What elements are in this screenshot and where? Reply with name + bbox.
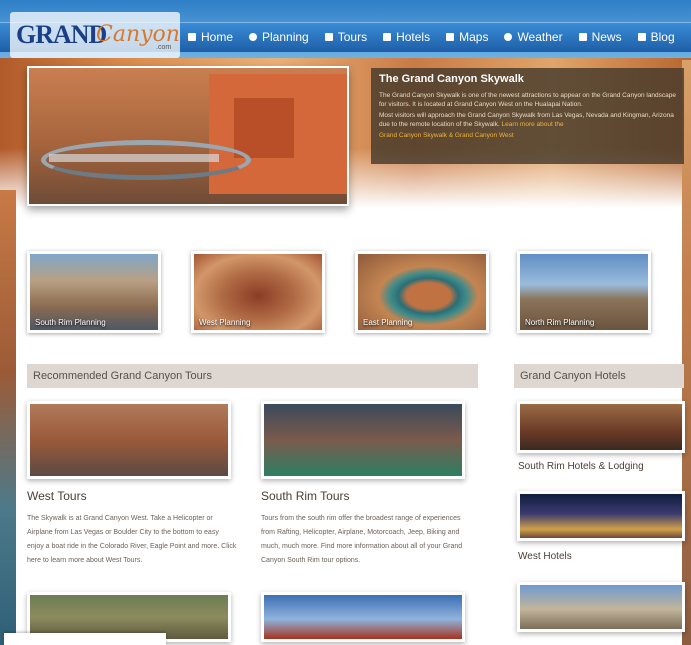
more-hotels-image[interactable] [517,582,685,632]
south-rim-hotels-link[interactable]: South Rim Hotels & Lodging [518,461,644,472]
thumb-label: North Rim Planning [525,318,595,327]
plane-icon [324,33,333,41]
nav-label: Home [201,30,234,44]
logo-word-grand: GRAND [16,20,107,49]
east-planning-thumb[interactable]: East Planning [355,251,489,333]
bottom-panel [4,633,166,645]
thumb-label: East Planning [363,318,413,327]
site-logo[interactable]: GRAND Canyon .com [10,12,180,58]
nav-weather[interactable]: Weather [496,22,570,52]
west-tours-description: The Skywalk is at Grand Canyon West. Tak… [27,515,237,564]
hero-building-wing [234,98,294,158]
hero-title: The Grand Canyon Skywalk [379,73,524,85]
nav-blog[interactable]: Blog [630,22,683,52]
west-tours-image[interactable] [27,401,231,479]
left-canyon-strip [0,190,16,645]
nav-label: Tours [337,30,368,44]
west-planning-thumb[interactable]: West Planning [191,251,325,333]
hero-railing [49,154,219,162]
nav-label: Blog [650,30,675,44]
hero-more-link[interactable]: Learn more about the [502,121,564,128]
umbrella-icon [504,33,513,41]
south-rim-planning-thumb[interactable]: South Rim Planning [27,251,161,333]
west-hotels-link[interactable]: West Hotels [518,551,572,562]
nav-label: Planning [262,30,309,44]
hero-skywalk-link[interactable]: Grand Canyon Skywalk & Grand Canyon West [379,132,514,139]
west-hotels-image[interactable] [517,491,685,541]
thumb-label: West Planning [199,318,251,327]
hero-info-panel: The Grand Canyon Skywalk The Grand Canyo… [371,68,684,164]
nav-planning[interactable]: Planning [241,22,317,52]
hero-link-row: Grand Canyon Skywalk & Grand Canyon West [379,131,676,140]
hotels-section-heading: Grand Canyon Hotels [514,364,684,388]
map-icon [446,33,455,41]
nav-news[interactable]: News [571,22,630,52]
helicopter-tours-image[interactable] [261,592,465,642]
south-rim-tours-title[interactable]: South Rim Tours [261,489,349,503]
logo-suffix: .com [156,44,172,51]
south-rim-tours-image[interactable] [261,401,465,479]
skywalk-hero-image[interactable] [27,66,349,206]
south-rim-tours-description: Tours from the south rim offer the broad… [261,515,463,564]
blog-icon [637,33,646,41]
nav-tours[interactable]: Tours [317,22,375,52]
thumb-label: South Rim Planning [35,318,106,327]
west-tours-title[interactable]: West Tours [27,489,87,503]
bed-icon [383,33,392,41]
nav-label: Hotels [396,30,431,44]
pin-icon [249,33,258,41]
nav-label: Weather [517,30,563,44]
hero-paragraph-1: The Grand Canyon Skywalk is one of the n… [379,92,677,108]
tours-section-heading: Recommended Grand Canyon Tours [27,364,478,388]
newspaper-icon [578,33,587,41]
hero-paragraph-2: Most visitors will approach the Grand Ca… [379,111,676,129]
north-rim-planning-thumb[interactable]: North Rim Planning [517,251,651,333]
nav-home[interactable]: Home [180,22,241,52]
main-nav: Home Planning Tours Hotels Maps Weather … [180,22,683,52]
south-rim-hotels-image[interactable] [517,401,685,453]
nav-label: News [591,30,622,44]
nav-maps[interactable]: Maps [438,22,496,52]
nav-label: Maps [459,30,489,44]
home-icon [188,33,196,41]
nav-hotels[interactable]: Hotels [375,22,438,52]
